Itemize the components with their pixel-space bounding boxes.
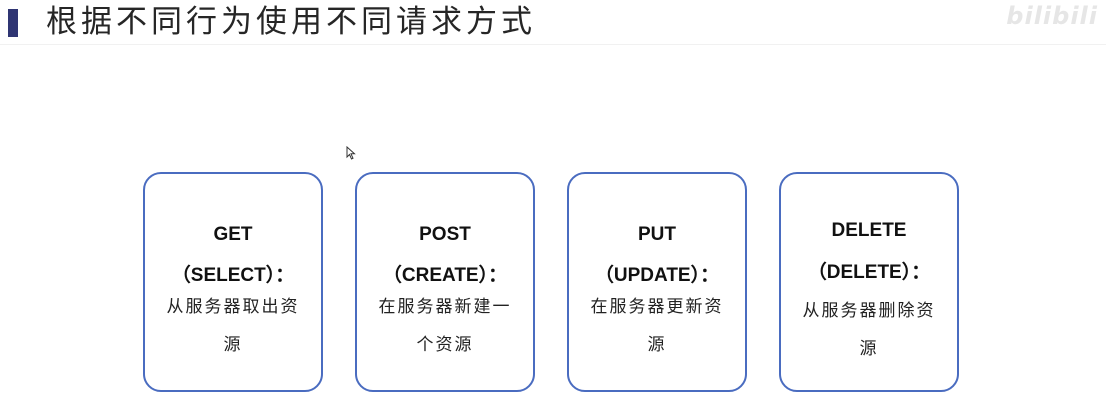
card-get: GET （SELECT）： 从服务器取出资源 [143,172,323,392]
card-delete: DELETE （DELETE）： 从服务器删除资源 [779,172,959,392]
method-operation: （CREATE）： [382,265,508,286]
method-name: GET [213,224,253,245]
method-description: 从服务器取出资源 [166,297,300,355]
method-operation: （DELETE）： [807,262,931,283]
method-description: 在服务器更新资源 [590,297,724,355]
bilibili-watermark-logo: bilibili [1006,2,1098,30]
request-method-cards: GET （SELECT）： 从服务器取出资源 POST （CREATE）： 在服… [143,172,963,394]
card-put: PUT （UPDATE）： 在服务器更新资源 [567,172,747,392]
method-description: 从服务器删除资源 [802,301,936,359]
title-accent-bar [8,9,18,37]
method-operation: （UPDATE）： [594,265,720,286]
method-name: DELETE [831,220,907,241]
method-name: PUT [638,224,676,245]
slide: 根据不同行为使用不同请求方式 bilibili GET （SELECT）： 从服… [0,0,1106,408]
title-divider [0,44,1106,45]
method-description: 在服务器新建一个资源 [378,297,512,355]
card-post: POST （CREATE）： 在服务器新建一个资源 [355,172,535,392]
method-name: POST [419,224,471,245]
slide-title: 根据不同行为使用不同请求方式 [46,4,536,40]
method-operation: （SELECT）： [171,265,295,286]
